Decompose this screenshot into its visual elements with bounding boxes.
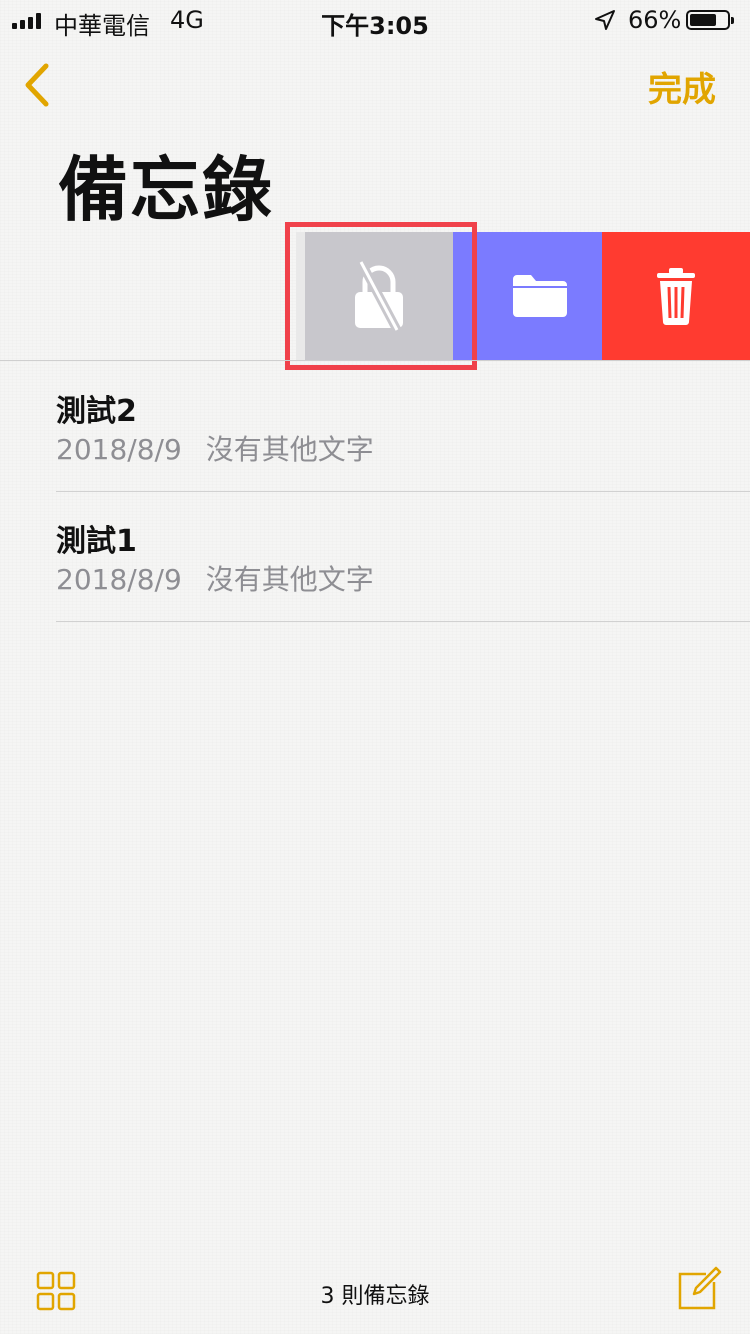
divider	[56, 491, 750, 492]
trash-icon	[657, 268, 695, 325]
note-title: 測試1	[56, 524, 137, 559]
divider	[56, 621, 750, 622]
folder-icon	[512, 275, 567, 317]
status-bar: 中華電信 4G 下午3:05 66%	[0, 0, 750, 40]
divider	[0, 360, 750, 361]
note-date: 2018/8/9	[56, 563, 182, 596]
page-title: 備忘錄	[58, 149, 274, 231]
note-preview: 沒有其他文字	[205, 563, 374, 596]
move-folder-action-button[interactable]	[477, 232, 602, 360]
done-button[interactable]: 完成	[648, 62, 716, 111]
note-subtitle: 2018/8/9 沒有其他文字	[56, 558, 374, 598]
note-subtitle: 2018/8/9 沒有其他文字	[56, 428, 374, 468]
battery-percent: 66%	[628, 6, 682, 34]
list-item[interactable]: 測試1 2018/8/9 沒有其他文字	[56, 516, 750, 622]
highlight-box	[285, 222, 477, 370]
back-chevron-icon[interactable]	[18, 60, 58, 110]
note-title: 測試2	[56, 394, 137, 429]
location-arrow-icon	[595, 10, 615, 30]
battery-icon	[686, 10, 734, 30]
note-count-label: 3 則備忘錄	[320, 1284, 430, 1309]
note-preview: 沒有其他文字	[205, 433, 374, 466]
delete-action-button[interactable]	[602, 232, 750, 360]
compose-icon[interactable]	[676, 1264, 724, 1312]
note-date: 2018/8/9	[56, 433, 182, 466]
list-item[interactable]: 測試2 2018/8/9 沒有其他文字	[56, 386, 750, 492]
